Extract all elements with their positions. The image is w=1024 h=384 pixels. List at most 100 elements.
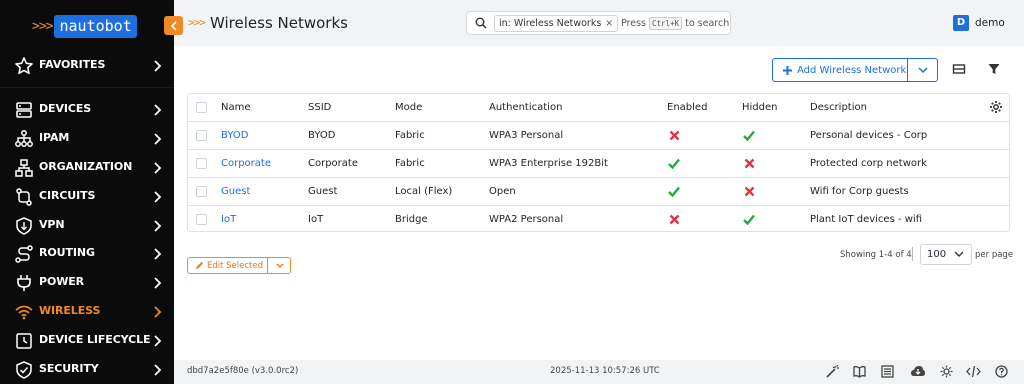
footer: dbd7a2e5f80e (v3.0.0rc2) 2025-11-13 10:5… [174,360,1024,384]
sidebar-item-power[interactable]: POWER [0,269,174,297]
ssid-cell: Guest [308,186,338,197]
chevron-right-icon [152,277,162,289]
mode-cell: Bridge [395,214,428,225]
add-wireless-network-button[interactable]: Add Wireless Network [773,59,907,81]
ssid-cell: Corporate [308,158,358,169]
description-cell: Protected corp network [810,158,927,169]
table-layout-icon[interactable] [952,62,966,76]
chevron-down-icon [918,66,928,74]
column-header-mode[interactable]: Mode [395,94,422,121]
chevron-right-icon [152,335,162,347]
filter-icon[interactable] [987,62,1001,76]
row-checkbox[interactable] [196,130,207,141]
edit-selected-button[interactable]: Edit Selected [188,258,267,273]
table-header-row: Name SSID Mode Authentication Enabled Hi… [188,94,1009,122]
sidebar: >>> nautobot FAVORITES DEVICES IPAM ORGA… [0,0,174,384]
sidebar-item-routing[interactable]: ROUTING [0,240,174,268]
row-checkbox[interactable] [196,186,207,197]
sidebar-item-device-lifecycle[interactable]: DEVICE LIFECYCLE [0,327,174,355]
authentication-cell: WPA3 Personal [489,130,564,141]
routing-icon [14,244,34,264]
network-name-link[interactable]: IoT [221,206,236,233]
description-cell: Personal devices - Corp [810,130,928,141]
cross-icon [669,130,680,141]
sidebar-item-label: DEVICE LIFECYCLE [39,333,151,346]
sidebar-item-label: WIRELESS [39,304,101,317]
column-header-name[interactable]: Name [221,94,251,121]
gear-icon[interactable] [989,100,1003,114]
mode-cell: Local (Flex) [395,186,453,197]
wireless-networks-table: Name SSID Mode Authentication Enabled Hi… [187,93,1010,232]
version-text: dbd7a2e5f80e (v3.0.0rc2) [187,366,299,376]
chevron-right-icon [152,220,162,232]
column-header-authentication[interactable]: Authentication [489,94,562,121]
search-input[interactable]: in: Wireless Networks × Press Ctrl+K to s… [466,11,731,35]
network-name-link[interactable]: Guest [221,178,250,205]
settings-sun-icon[interactable] [940,365,953,378]
sidebar-item-devices[interactable]: DEVICES [0,96,174,124]
cross-icon [744,158,755,169]
shield-check-icon [14,360,34,380]
network-name-link[interactable]: BYOD [221,122,248,149]
timestamp-text: 2025-11-13 10:57:26 UTC [550,366,660,376]
add-dropdown-toggle[interactable] [908,59,938,81]
select-all-checkbox[interactable] [196,102,207,113]
chevron-right-icon [152,306,162,318]
row-checkbox[interactable] [196,214,207,225]
chevron-right-icon [152,364,162,376]
help-icon[interactable] [995,365,1008,378]
logo-chevrons: >>> [32,18,54,34]
column-header-enabled[interactable]: Enabled [667,94,707,121]
lifecycle-icon [14,331,34,351]
check-icon [743,214,755,225]
mode-cell: Fabric [395,130,425,141]
check-icon [743,130,755,141]
chevron-down-icon [954,251,964,258]
wand-icon[interactable] [826,365,839,378]
sidebar-item-label: FAVORITES [39,58,106,71]
column-header-hidden[interactable]: Hidden [742,94,777,121]
ssid-cell: IoT [308,214,324,225]
user-menu[interactable]: D demo [953,15,1005,31]
close-icon[interactable]: × [605,18,613,29]
edit-dropdown-toggle[interactable] [268,258,291,273]
per-page-select[interactable]: 100 [920,244,972,265]
pencil-icon [188,261,207,270]
sidebar-divider [0,87,174,88]
nautobot-logo[interactable]: >>> nautobot [32,14,137,38]
edit-selected-button-group: Edit Selected [187,257,291,274]
sidebar-item-label: IPAM [39,131,70,144]
cloud-download-icon[interactable] [910,365,926,378]
description-cell: Plant IoT devices - wifi [810,214,923,225]
vpn-shield-icon [14,216,34,236]
sidebar-item-organization[interactable]: ORGANIZATION [0,154,174,182]
column-header-ssid[interactable]: SSID [308,94,331,121]
chevron-right-icon [152,248,162,260]
book-icon[interactable] [853,365,866,378]
sidebar-item-ipam[interactable]: IPAM [0,125,174,153]
sidebar-item-vpn[interactable]: VPN [0,212,174,240]
row-checkbox[interactable] [196,158,207,169]
api-icon[interactable] [881,365,894,378]
table-row: BYOD BYOD Fabric WPA3 Personal Personal … [188,122,1009,150]
circuit-icon [14,187,34,207]
star-icon [14,56,34,76]
chevron-right-icon [152,60,162,72]
sidebar-item-wireless[interactable]: WIRELESS [0,298,174,326]
table-row: IoT IoT Bridge WPA2 Personal Plant IoT d… [188,206,1009,234]
sidebar-item-label: DEVICES [39,102,92,115]
sidebar-item-favorites[interactable]: FAVORITES [0,52,174,80]
column-header-description[interactable]: Description [810,94,867,121]
server-icon [14,100,34,120]
ssid-cell: BYOD [308,130,336,141]
plus-icon [773,65,797,76]
code-icon[interactable] [966,365,981,378]
ipam-icon [14,129,34,149]
sidebar-item-circuits[interactable]: CIRCUITS [0,183,174,211]
network-name-link[interactable]: Corporate [221,150,271,177]
table-row: Corporate Corporate Fabric WPA3 Enterpri… [188,150,1009,178]
sidebar-collapse-button[interactable] [164,16,183,35]
title-chevrons: >>> [188,16,206,29]
search-icon [475,17,487,29]
sidebar-item-security[interactable]: SECURITY [0,356,174,384]
